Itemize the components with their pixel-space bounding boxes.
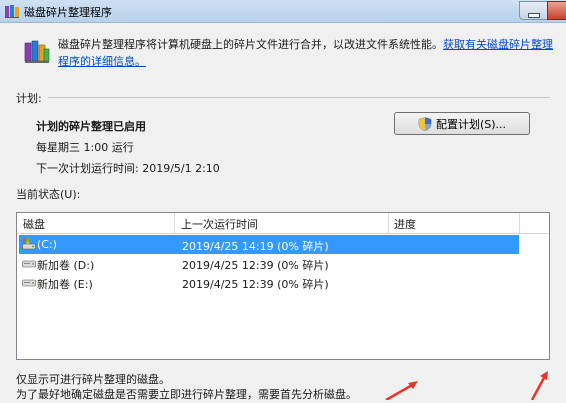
disk-last-run: 2019/4/25 12:39 (0% 碎片): [182, 278, 329, 291]
current-status-label: 当前状态(U):: [16, 188, 81, 201]
main-panel: 磁盘碎片整理程序将计算机硬盘上的碎片文件进行合并，以改进文件系统性能。获取有关磁…: [0, 23, 566, 401]
defrag-app-icon: [24, 40, 50, 63]
uac-shield-icon: [418, 116, 432, 131]
intro-text: 磁盘碎片整理程序将计算机硬盘上的碎片文件进行合并，以改进文件系统性能。获取有关磁…: [58, 36, 558, 70]
hard-drive-icon: [22, 260, 36, 268]
annotation-arrow: [530, 371, 548, 400]
column-separator: [519, 213, 520, 233]
column-header-last-run[interactable]: 上一次运行时间: [181, 216, 258, 232]
minimize-button[interactable]: [519, 1, 548, 20]
close-button[interactable]: [547, 1, 566, 20]
disk-name: (C:): [37, 238, 57, 251]
column-header-disk[interactable]: 磁盘: [23, 216, 45, 232]
schedule-status: 计划的碎片整理已启用: [36, 120, 146, 133]
system-drive-icon: [22, 238, 36, 250]
schedule-frequency: 每星期三 1:00 运行: [36, 141, 134, 154]
window-title: 磁盘碎片整理程序: [24, 6, 112, 19]
annotation-arrow: [385, 381, 418, 400]
footer-note-1: 仅显示可进行碎片整理的磁盘。: [16, 373, 170, 386]
disk-list[interactable]: 磁盘 上一次运行时间 进度 (C:) 2019/4/25 14:19 (0% 碎…: [16, 212, 550, 360]
footer-note-2: 为了最好地确定磁盘是否需要立即进行碎片整理，需要首先分析磁盘。: [16, 388, 357, 401]
schedule-divider: [48, 97, 550, 98]
column-separator: [174, 213, 175, 233]
disk-row-e[interactable]: 新加卷 (E:) 2019/4/25 12:39 (0% 碎片): [19, 273, 519, 292]
column-header-progress[interactable]: 进度: [394, 216, 416, 232]
configure-schedule-label: 配置计划(S)...: [435, 117, 507, 131]
disk-last-run: 2019/4/25 12:39 (0% 碎片): [182, 259, 329, 272]
disk-name: 新加卷 (D:): [37, 259, 95, 272]
disk-list-header: 磁盘 上一次运行时间 进度: [17, 213, 549, 234]
hard-drive-icon: [22, 279, 36, 287]
disk-row-c[interactable]: (C:) 2019/4/25 14:19 (0% 碎片): [19, 235, 519, 254]
disk-name: 新加卷 (E:): [37, 278, 93, 291]
schedule-section-label: 计划:: [16, 92, 42, 105]
schedule-next-run: 下一次计划运行时间: 2019/5/1 2:10: [36, 162, 220, 175]
title-bar[interactable]: 磁盘碎片整理程序: [0, 0, 566, 23]
column-separator: [388, 213, 389, 233]
defrag-app-icon: [5, 5, 19, 18]
disk-last-run: 2019/4/25 14:19 (0% 碎片): [182, 240, 329, 253]
intro-description: 磁盘碎片整理程序将计算机硬盘上的碎片文件进行合并，以改进文件系统性能。: [58, 38, 443, 51]
disk-row-d[interactable]: 新加卷 (D:) 2019/4/25 12:39 (0% 碎片): [19, 254, 519, 273]
configure-schedule-button[interactable]: 配置计划(S)...: [394, 112, 530, 135]
